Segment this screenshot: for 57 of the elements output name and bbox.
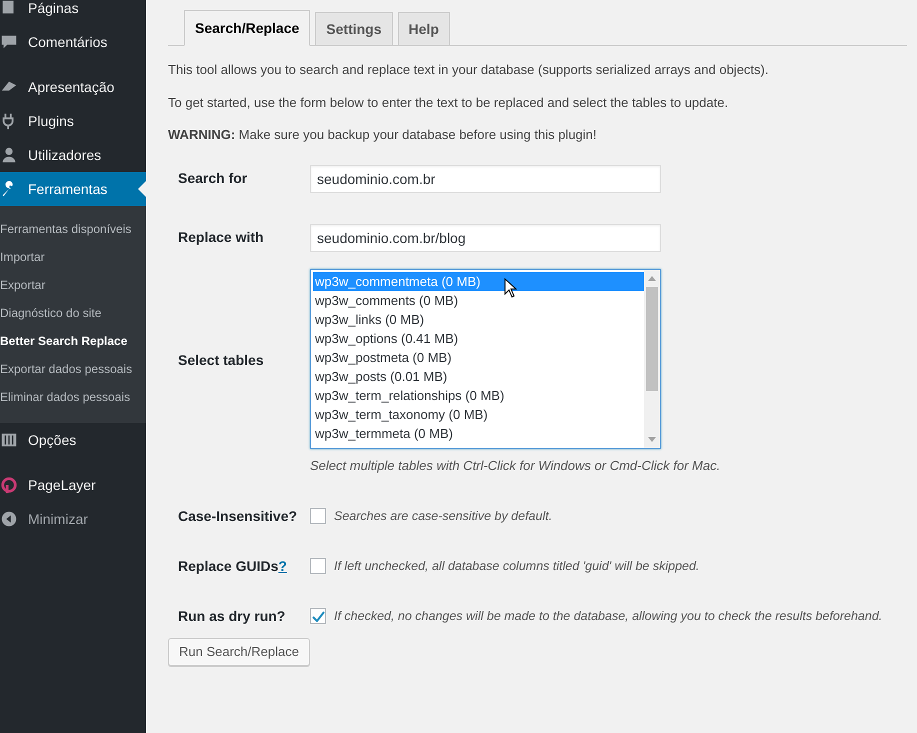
field-label: Search for <box>178 169 248 188</box>
mouse-pointer-icon <box>504 278 517 298</box>
help-link[interactable]: ? <box>278 556 287 576</box>
submenu-item[interactable]: Ferramentas disponíveis <box>0 215 146 243</box>
field-label: Run as dry run? <box>178 606 286 626</box>
tab[interactable]: Settings <box>315 12 393 46</box>
menu-item[interactable]: Apresentação <box>0 70 146 104</box>
scrollbar[interactable] <box>644 270 660 448</box>
field-label: Select tables <box>178 350 264 370</box>
table-option[interactable]: wp3w_links (0 MB) <box>313 310 644 328</box>
submenu-item[interactable]: Eliminar dados pessoais <box>0 383 146 411</box>
checkbox[interactable] <box>310 558 326 574</box>
scroll-down-arrow-icon[interactable] <box>648 436 656 442</box>
field-label: Case-Insensitive? <box>178 506 298 526</box>
tab[interactable]: Search/Replace <box>184 10 310 46</box>
table-option[interactable]: wp3w_options (0.41 MB) <box>313 328 644 348</box>
menu-item[interactable]: Ferramentas <box>0 172 146 206</box>
scrollbar-thumb[interactable] <box>646 286 658 390</box>
table-option[interactable]: wp3w_term_taxonomy (0 MB) <box>313 404 644 424</box>
table-option[interactable]: wp3w_comments (0 MB) <box>313 290 644 310</box>
p-logo-icon <box>0 476 18 494</box>
menu-item[interactable]: PageLayer <box>0 468 146 502</box>
intro-text: To get started, use the form below to enter the text to be replaced and select the tables to update. <box>168 94 730 112</box>
search-for-field[interactable]: seudominio.com.br <box>310 164 661 192</box>
option-description: If left unchecked, all database columns titled 'guid' will be skipped. <box>334 558 700 575</box>
menu-item[interactable]: Comentários <box>0 25 146 59</box>
option-description: Searches are case-sensitive by default. <box>334 508 552 525</box>
intro-text: This tool allows you to search and replace text in your database (supports serialized arrays and objects). <box>168 61 770 79</box>
menu-item[interactable]: Páginas <box>0 0 146 25</box>
scroll-up-arrow-icon[interactable] <box>648 276 656 280</box>
submenu-item[interactable]: Exportar dados pessoais <box>0 355 146 383</box>
tables-hint: Select multiple tables with Ctrl-Click for Windows or Cmd-Click for Mac. <box>310 456 720 475</box>
checkmark-icon <box>312 610 324 622</box>
submenu-item[interactable]: Exportar <box>0 271 146 299</box>
checkbox[interactable] <box>310 508 326 524</box>
menu-item[interactable]: Minimizar <box>0 502 146 536</box>
speech-bubble-icon <box>0 33 18 51</box>
checkbox[interactable] <box>310 608 326 624</box>
table-option[interactable]: wp3w_posts (0.01 MB) <box>313 366 644 386</box>
menu-item[interactable]: Plugins <box>0 104 146 138</box>
submenu-item[interactable]: Diagnóstico do site <box>0 299 146 327</box>
table-option[interactable]: wp3w_termmeta (0 MB) <box>313 424 644 442</box>
submenu-item[interactable]: Importar <box>0 243 146 271</box>
field-label: Replace GUIDs <box>178 556 278 576</box>
run-search-replace-button[interactable]: Run Search/Replace <box>168 638 310 666</box>
tab[interactable]: Help <box>398 12 450 46</box>
option-description: If checked, no changes will be made to the database, allowing you to check the results beforehand. <box>334 608 882 625</box>
table-option[interactable]: wp3w_postmeta (0 MB) <box>313 348 644 366</box>
user-icon <box>0 146 18 164</box>
tables-listbox[interactable] <box>310 268 661 448</box>
menu-item[interactable]: Utilizadores <box>0 138 146 172</box>
intro-text: WARNING: Make sure you backup your database before using this plugin! <box>168 126 598 144</box>
replace-with-field[interactable]: seudominio.com.br/blog <box>310 224 661 252</box>
menu-item[interactable]: Opções <box>0 423 146 457</box>
field-label: Replace with <box>178 228 264 247</box>
table-option[interactable]: wp3w_term_relationships (0 MB) <box>313 386 644 404</box>
submenu-item[interactable]: Better Search Replace <box>0 327 146 355</box>
